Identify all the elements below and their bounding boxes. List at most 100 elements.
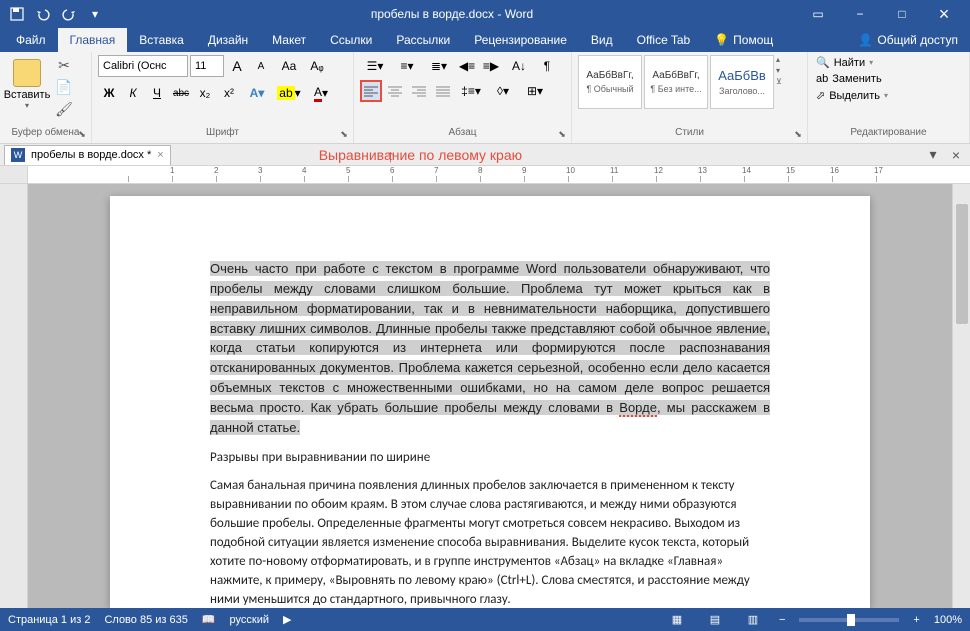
paragraph-2[interactable]: Разрывы при выравнивании по ширине [210,449,770,468]
show-marks-button[interactable]: ¶ [536,55,558,77]
paragraph-launcher[interactable]: ⬊ [555,127,569,141]
font-name-combo[interactable] [98,55,188,77]
zoom-in-button[interactable]: + [913,614,919,626]
window-title: пробелы в ворде.docx - Word [106,7,798,21]
qat-more-button[interactable]: ▾ [84,3,106,25]
group-font: A A Aa Aᵩ Ж К Ч abc x₂ x² A▾ ab▾ A▾ Шриф… [92,52,354,143]
paragraph-3[interactable]: Самая банальная причина появления длинны… [210,477,770,608]
sort-button[interactable]: A↓ [504,55,534,77]
borders-button[interactable]: ⊞▾ [520,80,550,102]
page: Очень часто при работе с текстом в прогр… [110,196,870,608]
copy-button[interactable]: 📄 [54,77,74,97]
shrink-font-button[interactable]: A [250,55,272,77]
strike-button[interactable]: abc [170,82,192,104]
minimize-button[interactable]: − [840,0,880,28]
multilevel-button[interactable]: ≣▾ [424,55,454,77]
ribbon-display-button[interactable]: ▭ [798,0,838,28]
share-button[interactable]: 👤Общий доступ [846,28,970,52]
bullets-button[interactable]: ☰▾ [360,55,390,77]
text-effects-button[interactable]: A▾ [242,82,272,104]
line-spacing-button[interactable]: ‡≡▾ [456,80,486,102]
align-right-button[interactable] [408,80,430,102]
web-layout-button[interactable]: ▥ [741,611,765,629]
tab-mailings[interactable]: Рассылки [384,28,462,52]
zoom-out-button[interactable]: − [779,614,785,626]
find-button[interactable]: 🔍Найти▾ [814,55,875,70]
document-tab[interactable]: W пробелы в ворде.docx * × [4,145,171,165]
ribbon: Вставить ▾ ✂ 📄 🖌 Буфер обмена ⬊ A A Aa A… [0,52,970,144]
scrollbar-thumb[interactable] [956,204,968,324]
italic-button[interactable]: К [122,82,144,104]
annotation-text: Выравнивание по левому краю [319,147,522,163]
styles-more-button[interactable]: ▴ ▾ ⊻ [776,55,792,86]
print-layout-button[interactable]: ▤ [703,611,727,629]
person-icon: 👤 [858,33,873,47]
ribbon-tabs: Файл Главная Вставка Дизайн Макет Ссылки… [0,28,970,52]
tab-references[interactable]: Ссылки [318,28,384,52]
annotation-arrow: ↑ [386,146,395,167]
tell-me[interactable]: 💡Помощ [702,28,785,52]
font-launcher[interactable]: ⬊ [337,127,351,141]
align-left-button[interactable] [360,80,382,102]
close-button[interactable]: × [924,0,964,28]
proofing-button[interactable]: 📖 [202,613,216,626]
tab-dropdown[interactable]: ▾ [923,145,943,165]
tab-layout[interactable]: Макет [260,28,318,52]
horizontal-ruler[interactable]: 1234567891011121314151617 [0,166,970,184]
page-indicator[interactable]: Страница 1 из 2 [8,614,90,626]
font-size-combo[interactable] [190,55,224,77]
vertical-scrollbar[interactable] [952,184,970,608]
style-normal[interactable]: АаБбВвГг, ¶ Обычный [578,55,642,109]
align-center-button[interactable] [384,80,406,102]
style-heading1[interactable]: АаБбВв Заголово... [710,55,774,109]
word-count[interactable]: Слово 85 из 635 [104,614,187,626]
format-painter-button[interactable]: 🖌 [54,99,74,119]
underline-button[interactable]: Ч [146,82,168,104]
redo-button[interactable] [58,3,80,25]
tab-review[interactable]: Рецензирование [462,28,579,52]
bold-button[interactable]: Ж [98,82,120,104]
paste-button[interactable]: Вставить ▾ [6,55,48,110]
zoom-slider[interactable] [799,618,899,622]
read-mode-button[interactable]: ▦ [665,611,689,629]
tab-close-button[interactable]: × [157,149,163,161]
highlight-button[interactable]: ab▾ [274,82,304,104]
numbering-button[interactable]: ≡▾ [392,55,422,77]
replace-icon: ab [816,73,828,85]
tab-design[interactable]: Дизайн [196,28,260,52]
decrease-indent-button[interactable]: ◀≡ [456,55,478,77]
status-bar: Страница 1 из 2 Слово 85 из 635 📖 русски… [0,608,970,631]
tab-close-all[interactable]: × [946,145,966,165]
tab-file[interactable]: Файл [4,28,58,52]
tab-home[interactable]: Главная [58,28,128,52]
cut-button[interactable]: ✂ [54,55,74,75]
undo-button[interactable] [32,3,54,25]
subscript-button[interactable]: x₂ [194,82,216,104]
tab-office-tab[interactable]: Office Tab [625,28,703,52]
vertical-ruler[interactable] [0,184,28,608]
document-canvas[interactable]: Очень часто при работе с текстом в прогр… [28,184,952,608]
increase-indent-button[interactable]: ≡▶ [480,55,502,77]
language-indicator[interactable]: русский [230,614,269,626]
superscript-button[interactable]: x² [218,82,240,104]
clipboard-launcher[interactable]: ⬊ [75,127,89,141]
align-justify-button[interactable] [432,80,454,102]
replace-button[interactable]: abЗаменить [814,72,884,86]
select-button[interactable]: ⬀Выделить▾ [814,88,890,103]
tab-insert[interactable]: Вставка [127,28,196,52]
styles-launcher[interactable]: ⬊ [791,127,805,141]
clipboard-icon [13,59,41,87]
tab-view[interactable]: Вид [579,28,625,52]
clear-format-button[interactable]: Aᵩ [306,55,328,77]
maximize-button[interactable]: □ [882,0,922,28]
shading-button[interactable]: ◊▾ [488,80,518,102]
cursor-icon: ⬀ [816,89,825,102]
save-button[interactable] [6,3,28,25]
font-color-button[interactable]: A▾ [306,82,336,104]
change-case-button[interactable]: Aa [274,55,304,77]
style-no-spacing[interactable]: АаБбВвГг, ¶ Без инте... [644,55,708,109]
macro-button[interactable]: ▶ [283,613,291,626]
grow-font-button[interactable]: A [226,55,248,77]
zoom-level[interactable]: 100% [934,614,962,626]
paragraph-1[interactable]: Очень часто при работе с текстом в прогр… [210,260,770,439]
